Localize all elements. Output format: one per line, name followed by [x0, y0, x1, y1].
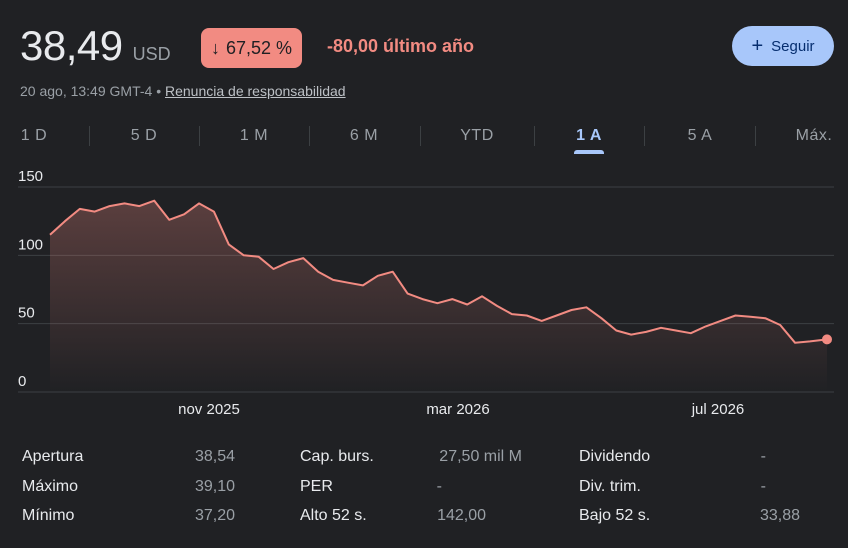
tab-divider: [89, 126, 90, 146]
stat-value-alto-52s: 142,00: [437, 507, 486, 524]
timestamp-row: 20 ago, 13:49 GMT-4 • Renuncia de respon…: [20, 83, 346, 99]
change-percent: 67,52 %: [226, 37, 293, 58]
stat-label-alto-52s: Alto 52 s.: [300, 507, 367, 524]
change-badge: ↓ 67,52 %: [201, 28, 303, 68]
stat-value-cap-burs: 27,50 mil M: [439, 448, 522, 465]
stat-value-minimo: 37,20: [194, 507, 235, 524]
stat-value-maximo: 39,10: [194, 478, 235, 495]
x-tick-label: jul 2026: [691, 401, 745, 418]
y-tick-label: 150: [18, 170, 43, 185]
change-amount: -80,00 último año: [327, 36, 475, 56]
stat-label-div-trim: Div. trim.: [579, 478, 641, 495]
tab-max[interactable]: Máx.: [786, 118, 842, 154]
stat-value-div-trim: -: [760, 478, 766, 495]
arrow-down-icon: ↓: [211, 37, 220, 58]
currency-label: USD: [132, 44, 171, 64]
tab-ytd[interactable]: YTD: [452, 118, 502, 154]
stat-label-apertura: Apertura: [22, 448, 84, 465]
x-tick-label: mar 2026: [426, 401, 489, 418]
tab-1d[interactable]: 1 D: [10, 118, 58, 154]
separator: •: [156, 83, 162, 99]
price-area: [50, 200, 827, 392]
disclaimer-link[interactable]: Renuncia de responsabilidad: [165, 83, 346, 99]
price-chart[interactable]: 150 100 50 0 nov 2025 mar 2026 jul 2026: [0, 170, 848, 420]
last-price-dot: [822, 334, 832, 345]
stat-label-minimo: Mínimo: [22, 507, 75, 524]
current-price: 38,49: [20, 22, 123, 69]
stat-label-cap-burs: Cap. burs.: [300, 448, 374, 465]
tab-divider: [534, 126, 535, 146]
tab-1a[interactable]: 1 A: [564, 118, 614, 154]
follow-button[interactable]: + Seguir: [732, 26, 834, 66]
tab-divider: [309, 126, 310, 146]
stat-value-bajo-52s: 33,88: [759, 507, 800, 524]
price-row: 38,49 USD: [20, 22, 171, 72]
stat-label-dividendo: Dividendo: [579, 448, 651, 465]
stat-value-apertura: 38,54: [194, 448, 235, 465]
timestamp: 20 ago, 13:49 GMT-4: [20, 83, 153, 99]
y-tick-label: 50: [18, 305, 35, 322]
follow-label: Seguir: [771, 37, 815, 55]
tab-divider: [644, 126, 645, 146]
tab-divider: [755, 126, 756, 146]
plus-icon: +: [751, 35, 764, 57]
tab-divider: [420, 126, 421, 146]
tab-5a[interactable]: 5 A: [675, 118, 725, 154]
y-tick-label: 100: [18, 236, 43, 253]
y-tick-label: 0: [18, 373, 26, 390]
stat-label-per: PER: [300, 478, 333, 495]
x-tick-label: nov 2025: [178, 401, 240, 418]
tab-5d[interactable]: 5 D: [120, 118, 168, 154]
stat-value-per: -: [436, 478, 442, 495]
tab-6m[interactable]: 6 M: [340, 118, 388, 154]
range-tabs: 1 D 5 D 1 M 6 M YTD 1 A 5 A Máx.: [0, 118, 848, 154]
stat-label-maximo: Máximo: [22, 478, 79, 495]
stat-value-dividendo: -: [760, 448, 766, 465]
stat-label-bajo-52s: Bajo 52 s.: [579, 507, 651, 524]
tab-1m[interactable]: 1 M: [230, 118, 278, 154]
tab-divider: [199, 126, 200, 146]
